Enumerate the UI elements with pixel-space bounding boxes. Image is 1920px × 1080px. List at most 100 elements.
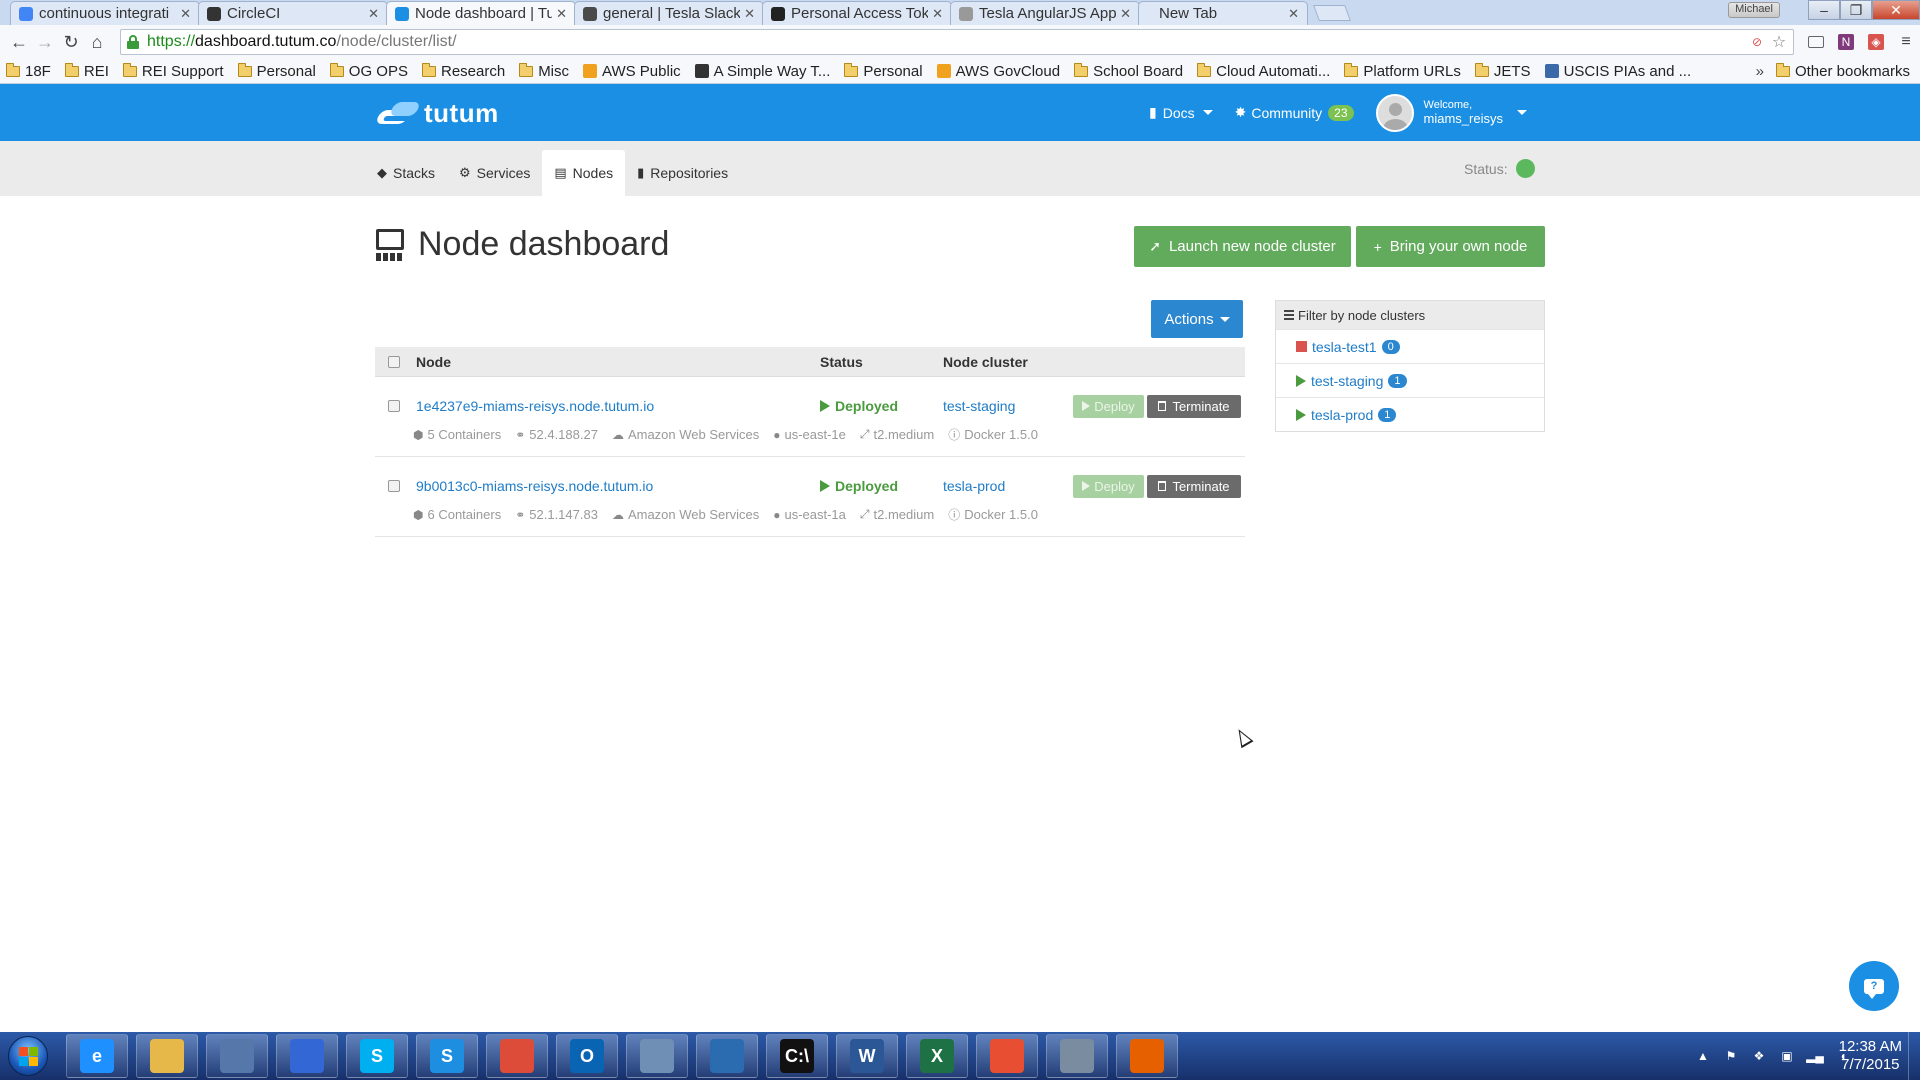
taskbar-lync[interactable]: S [416,1034,478,1078]
browser-tab[interactable]: general | Tesla Slack ✕ [574,1,764,25]
tab-stacks[interactable]: ◆ Stacks [365,150,447,196]
bookmark-item[interactable]: Cloud Automati... [1197,62,1330,80]
new-tab-button[interactable] [1313,5,1351,21]
removable-device-icon[interactable]: ▣ [1780,1049,1794,1063]
bookmark-item[interactable]: JETS [1474,62,1531,80]
node-link[interactable]: 9b0013c0-miams-reisys.node.tutum.io [416,478,653,494]
bring-your-own-node-button[interactable]: + Bring your own node [1356,226,1545,267]
bookmark-item[interactable]: Personal [237,62,316,80]
bookmark-item[interactable]: AWS Public [583,63,681,80]
bookmark-item[interactable]: Platform URLs [1344,62,1461,80]
row-checkbox[interactable] [388,400,400,412]
blocked-popup-icon[interactable]: ⊘ [1749,34,1765,50]
other-bookmarks[interactable]: Other bookmarks [1775,62,1910,80]
bookmark-item[interactable]: Research [421,62,505,80]
taskbar-ie[interactable]: e [66,1034,128,1078]
taskbar-apps-grid[interactable] [276,1034,338,1078]
dropbox-icon[interactable]: ❖ [1752,1049,1766,1063]
browser-tab[interactable]: continuous integrati ✕ [10,1,200,25]
bookmark-item[interactable]: Misc [519,62,569,80]
cluster-link[interactable]: tesla-prod [943,478,1005,494]
deploy-button[interactable]: Deploy [1073,474,1144,498]
taskbar-explorer[interactable] [136,1034,198,1078]
onenote-icon[interactable]: N [1838,34,1854,50]
filter-item-tesla-test1[interactable]: tesla-test1 0 [1276,329,1544,363]
chrome-menu-icon[interactable]: ≡ [1898,33,1914,50]
home-button[interactable]: ⌂ [84,29,110,55]
taskbar-word[interactable]: W [836,1034,898,1078]
taskbar-sourcetree[interactable] [696,1034,758,1078]
community-menu[interactable]: ✸ Community 23 [1235,104,1354,121]
bookmark-item[interactable]: USCIS PIAs and ... [1544,63,1691,80]
bookmark-item[interactable]: Personal [844,62,923,80]
select-all-checkbox[interactable] [388,355,400,368]
taskbar-virtualbox[interactable] [1046,1034,1108,1078]
taskbar-paint[interactable] [626,1034,688,1078]
taskbar-git[interactable] [976,1034,1038,1078]
user-menu[interactable]: Welcome, miams_reisys [1375,93,1527,132]
filter-item-tesla-prod[interactable]: tesla-prod 1 [1276,397,1544,431]
terminate-button[interactable]: Terminate [1147,394,1241,418]
taskbar-firefox[interactable] [1116,1034,1178,1078]
tab-services[interactable]: ⚙ Services [447,150,542,196]
bookmark-star-icon[interactable]: ☆ [1771,34,1787,51]
extension-badge-icon[interactable]: ◈ [1868,34,1884,50]
table-row: 9b0013c0-miams-reisys.node.tutum.io Deplo… [375,457,1245,537]
network-signal-icon[interactable]: ▂▄ [1806,1049,1824,1063]
bookmark-item[interactable]: REI Support [122,62,224,80]
close-tab-icon[interactable]: ✕ [932,6,943,22]
deploy-button[interactable]: Deploy [1073,394,1144,418]
show-desktop-button[interactable] [1908,1032,1920,1080]
close-tab-icon[interactable]: ✕ [180,6,191,22]
action-center-flag-icon[interactable]: ⚑ [1724,1049,1738,1063]
forward-button[interactable]: → [32,29,58,55]
browser-tab[interactable]: Node dashboard | Tu ✕ [386,1,576,25]
tab-nodes[interactable]: ▤ Nodes [542,150,626,196]
bookmark-item[interactable]: A Simple Way T... [694,63,830,80]
close-tab-icon[interactable]: ✕ [556,6,567,22]
browser-tab[interactable]: New Tab ✕ [1138,1,1308,25]
filter-item-test-staging[interactable]: test-staging 1 [1276,363,1544,397]
back-button[interactable]: ← [6,29,32,55]
cast-icon[interactable] [1808,36,1824,48]
bookmark-label: School Board [1093,62,1184,80]
minimize-button[interactable]: – [1808,0,1840,20]
system-clock[interactable]: 12:38 AM 7/7/2015 [1839,1038,1902,1074]
close-tab-icon[interactable]: ✕ [1288,6,1299,22]
maximize-button[interactable]: ❐ [1840,0,1872,20]
chat-support-button[interactable]: ? [1849,961,1899,1011]
actions-dropdown-button[interactable]: Actions [1151,300,1243,338]
show-hidden-icons-icon[interactable]: ▲ [1696,1049,1710,1063]
bookmark-item[interactable]: OG OPS [329,62,408,80]
bookmarks-overflow-button[interactable]: » [1756,63,1764,80]
bookmark-item[interactable]: REI [64,62,109,80]
launch-node-cluster-button[interactable]: ➚ Launch new node cluster [1134,226,1351,267]
taskbar-network[interactable] [206,1034,268,1078]
taskbar-excel[interactable]: X [906,1034,968,1078]
taskbar-skype[interactable]: S [346,1034,408,1078]
repositories-icon: ▮ [637,165,645,180]
tutum-logo[interactable]: tutum [374,98,499,129]
taskbar-chrome[interactable] [486,1034,548,1078]
taskbar-cmd[interactable]: C:\ [766,1034,828,1078]
reload-button[interactable]: ↻ [58,29,84,55]
close-window-button[interactable]: ✕ [1872,0,1920,20]
bookmark-item[interactable]: AWS GovCloud [936,63,1060,80]
bookmark-item[interactable]: 18F [6,62,51,80]
close-tab-icon[interactable]: ✕ [368,6,379,22]
taskbar-outlook[interactable]: O [556,1034,618,1078]
tab-repositories[interactable]: ▮ Repositories [625,150,740,196]
close-tab-icon[interactable]: ✕ [1120,6,1131,22]
terminate-button[interactable]: Terminate [1147,474,1241,498]
address-bar[interactable]: https://dashboard.tutum.co/node/cluster/… [120,29,1794,55]
browser-tab[interactable]: Personal Access Toke ✕ [762,1,952,25]
row-checkbox[interactable] [388,480,400,492]
docs-menu[interactable]: ▮ Docs [1149,104,1213,121]
cluster-link[interactable]: test-staging [943,398,1015,414]
node-link[interactable]: 1e4237e9-miams-reisys.node.tutum.io [416,398,654,414]
browser-tab[interactable]: Tesla AngularJS App ✕ [950,1,1140,25]
start-button[interactable] [0,1032,56,1080]
browser-tab[interactable]: CircleCI ✕ [198,1,388,25]
bookmark-item[interactable]: School Board [1074,62,1184,80]
close-tab-icon[interactable]: ✕ [744,6,755,22]
